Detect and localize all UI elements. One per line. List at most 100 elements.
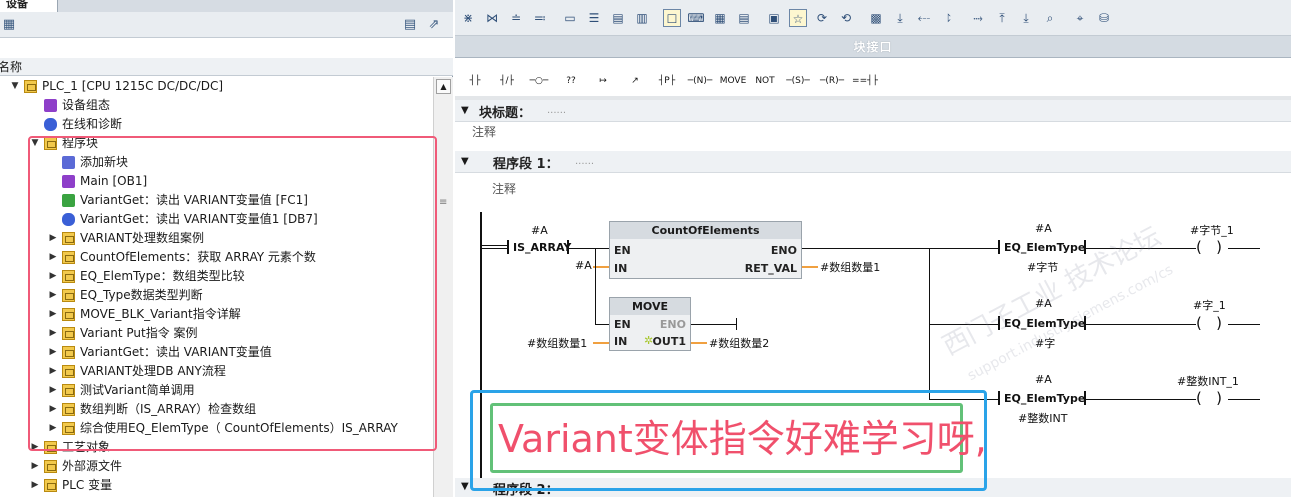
- cmp2-right[interactable]: [1084, 316, 1086, 330]
- tree-options-icon[interactable]: ▦: [0, 16, 18, 34]
- expand-toggle-icon[interactable]: ▶: [48, 286, 58, 305]
- toolbar-icon-16[interactable]: ⟲: [837, 9, 855, 27]
- contact-operand[interactable]: #A: [531, 224, 548, 237]
- cmp3-operand2[interactable]: #整数INT: [1018, 410, 1067, 426]
- tree-item[interactable]: ▶ EQ_ElemType：数组类型比较: [0, 267, 433, 286]
- ret-val-operand[interactable]: #数组数量1: [820, 259, 880, 275]
- toolbar-icon-14[interactable]: ☆: [789, 9, 807, 27]
- tree-item[interactable]: ▶ 综合使用EQ_ElemType（ CountOfElements）IS_ARR…: [0, 419, 433, 438]
- toolbar-icon-25[interactable]: ⌖: [1071, 9, 1089, 27]
- ladder-element-11[interactable]: ─(S)─: [783, 71, 813, 91]
- expand-toggle-icon[interactable]: ▶: [48, 362, 58, 381]
- countofelements-block[interactable]: CountOfElements EN ENO IN RET_VAL: [609, 221, 802, 279]
- tree-item[interactable]: 添加新块: [0, 153, 433, 172]
- scroll-grip-icon[interactable]: ≡: [439, 197, 447, 208]
- cmp2-operand2[interactable]: #字: [1035, 335, 1055, 351]
- ladder-element-13[interactable]: ==┤├: [851, 71, 879, 91]
- ladder-element-9[interactable]: MOVE: [719, 71, 747, 91]
- toolbar-icon-1[interactable]: ⋇: [459, 9, 477, 27]
- toolbar-icon-7[interactable]: ▤: [609, 9, 627, 27]
- tree-item[interactable]: ▶ 测试Variant简单调用: [0, 381, 433, 400]
- scroll-up-button[interactable]: ▲: [436, 79, 451, 94]
- toolbar-icon-19[interactable]: ⤎: [915, 9, 933, 27]
- tree-item[interactable]: ▶ 工艺对象: [0, 438, 433, 457]
- toolbar-icon-12[interactable]: ▤: [735, 9, 753, 27]
- in-operand[interactable]: #A: [575, 259, 592, 272]
- toolbar-icon-15[interactable]: ⟳: [813, 9, 831, 27]
- toolbar-icon-13[interactable]: ▣: [765, 9, 783, 27]
- tree-item[interactable]: Main [OB1]: [0, 172, 433, 191]
- toolbar-icon-21[interactable]: ⤑: [969, 9, 987, 27]
- tree-item[interactable]: 设备组态: [0, 96, 433, 115]
- collapse-icon[interactable]: ▼: [461, 481, 469, 492]
- cmp2-left[interactable]: [998, 316, 1000, 330]
- tree-item[interactable]: ▶ VariantGet：读出 VARIANT变量值: [0, 343, 433, 362]
- network1-header[interactable]: ▼ 程序段 1： ......: [455, 151, 1291, 173]
- expand-toggle-icon[interactable]: ▶: [48, 248, 58, 267]
- block-interface-bar[interactable]: 块接口 ▲: [455, 36, 1291, 87]
- ladder-element-10[interactable]: NOT: [751, 71, 779, 91]
- toolbar-icon-2[interactable]: ⋈: [483, 9, 501, 27]
- expand-toggle-icon[interactable]: ▼: [10, 77, 20, 96]
- toolbar-icon-20[interactable]: ⥏: [939, 9, 957, 27]
- tree-item[interactable]: ▼ 程序块: [0, 134, 433, 153]
- ladder-element-5[interactable]: ↦: [589, 71, 617, 91]
- toolbar-icon-17[interactable]: ▩: [867, 9, 885, 27]
- collapse-icon[interactable]: ▼: [461, 105, 469, 116]
- cmp1-left[interactable]: [998, 240, 1000, 254]
- cmp3-right[interactable]: [1084, 391, 1086, 405]
- toolbar-icon-24[interactable]: ⌕: [1041, 9, 1059, 27]
- expand-toggle-icon[interactable]: ▶: [48, 229, 58, 248]
- tree-item[interactable]: ▶ Variant Put指令 案例: [0, 324, 433, 343]
- is-array-contact[interactable]: IS_ARRAY: [513, 241, 571, 254]
- toolbar-icon-10[interactable]: ⌨: [687, 9, 705, 27]
- tree-item[interactable]: ▶ VARIANT处理数组案例: [0, 229, 433, 248]
- move-out-operand[interactable]: #数组数量2: [709, 335, 769, 351]
- toolbar-icon-8[interactable]: ▥: [633, 9, 651, 27]
- expand-toggle-icon[interactable]: ▶: [48, 419, 58, 438]
- coil1-operand[interactable]: #字节_1: [1190, 222, 1234, 238]
- expand-toggle-icon[interactable]: ▶: [30, 438, 40, 457]
- tree-item[interactable]: ▶ 外部源文件: [0, 457, 433, 476]
- toolbar-icon-23[interactable]: ⤓: [1017, 9, 1035, 27]
- cmp3-left[interactable]: [998, 391, 1000, 405]
- tree-item[interactable]: ▶ CountOfElements：获取 ARRAY 元素个数: [0, 248, 433, 267]
- toolbar-icon-6[interactable]: ☰: [585, 9, 603, 27]
- expand-toggle-icon[interactable]: ▶: [48, 324, 58, 343]
- cmp3-operand1[interactable]: #A: [1035, 373, 1052, 386]
- toolbar-icon-9[interactable]: ☐: [663, 9, 681, 27]
- tree-item[interactable]: ▶ VARIANT处理DB ANY流程: [0, 362, 433, 381]
- network1-comment[interactable]: 注释: [492, 180, 516, 197]
- tree-item[interactable]: ▼ PLC_1 [CPU 1215C DC/DC/DC]: [0, 77, 433, 96]
- expand-toggle-icon[interactable]: ▶: [30, 457, 40, 476]
- cmp1-operand2[interactable]: #字节: [1027, 259, 1058, 275]
- ladder-element-8[interactable]: ─(N)─: [685, 71, 715, 91]
- tree-item[interactable]: VariantGet：读出 VARIANT变量值 [FC1]: [0, 191, 433, 210]
- eq-elemtype-3[interactable]: EQ_ElemType: [1004, 392, 1085, 405]
- tree-item[interactable]: ▶ MOVE_BLK_Variant指令详解: [0, 305, 433, 324]
- eq-elemtype-2[interactable]: EQ_ElemType: [1004, 317, 1085, 330]
- tree-item[interactable]: ▶ EQ_Type数据类型判断: [0, 286, 433, 305]
- contact-right[interactable]: [567, 240, 569, 254]
- network2-header[interactable]: ▼ 程序段 2： ......: [455, 478, 1291, 497]
- expand-toggle-icon[interactable]: ▶: [48, 343, 58, 362]
- ladder-element-6[interactable]: ↗: [621, 71, 649, 91]
- tree-item[interactable]: ▶ 数组判断（IS_ARRAY）检查数组: [0, 400, 433, 419]
- contact-left[interactable]: [507, 240, 509, 254]
- block-comment[interactable]: 注释: [472, 123, 496, 140]
- toolbar-icon-11[interactable]: ▦: [711, 9, 729, 27]
- tab-devices[interactable]: 设备: [0, 0, 58, 12]
- eq-elemtype-1[interactable]: EQ_ElemType: [1004, 241, 1085, 254]
- toolbar-icon-26[interactable]: ⛁: [1095, 9, 1113, 27]
- expand-toggle-icon[interactable]: ▶: [30, 476, 40, 495]
- tree-item[interactable]: ▶ PLC 变量: [0, 476, 433, 495]
- tree-item[interactable]: VariantGet：读出 VARIANT变量值1 [DB7]: [0, 210, 433, 229]
- coil3-operand[interactable]: #整数INT_1: [1177, 373, 1239, 389]
- cmp2-operand1[interactable]: #A: [1035, 297, 1052, 310]
- coil2-operand[interactable]: #字_1: [1193, 297, 1226, 313]
- move-block[interactable]: MOVE EN ENO IN ✲ OUT1: [609, 297, 691, 351]
- tree-scrollbar[interactable]: ▲ ≡: [433, 77, 453, 497]
- ladder-element-3[interactable]: ─○─: [525, 71, 553, 91]
- expand-toggle-icon[interactable]: ▼: [30, 134, 40, 153]
- ladder-element-4[interactable]: ??: [557, 71, 585, 91]
